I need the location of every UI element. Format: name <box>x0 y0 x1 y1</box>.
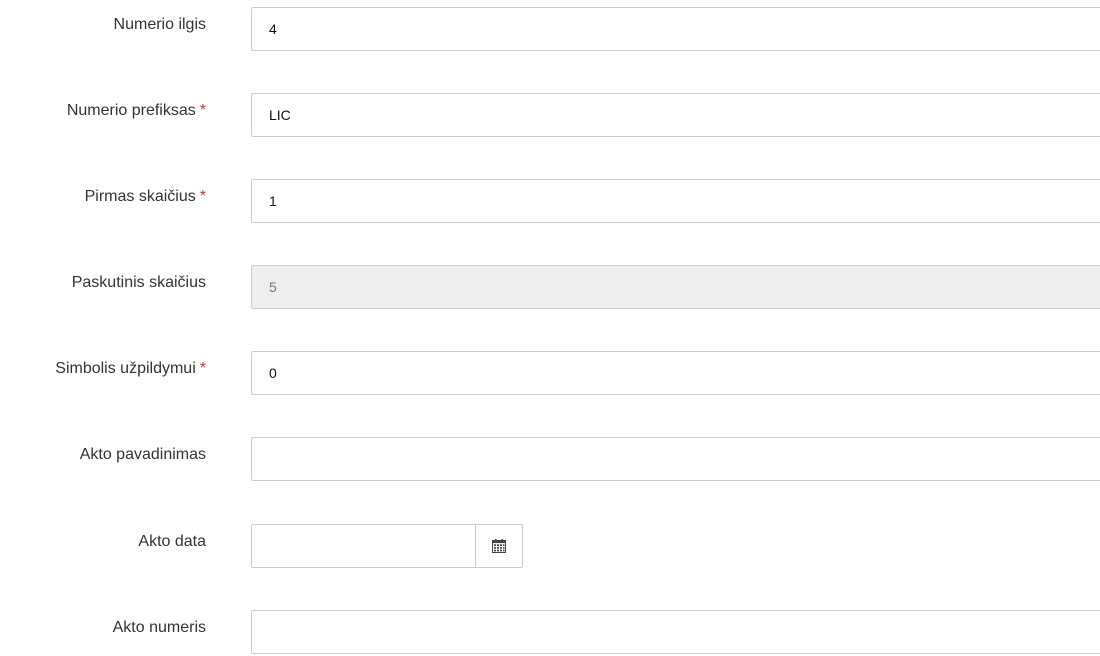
akto-data-input[interactable] <box>251 524 476 568</box>
field-row-numerio-prefiksas: Numerio prefiksas * <box>0 93 1100 139</box>
paskutinis-skaicius-input <box>251 265 1100 309</box>
akto-numeris-input[interactable] <box>251 610 1100 654</box>
field-label: Simbolis užpildymui * <box>55 359 206 379</box>
form: Numerio ilgis Numerio prefiksas* Pirmas … <box>0 0 1100 654</box>
numerio-prefiksas-input[interactable] <box>251 93 1100 137</box>
akto-pavadinimas-input[interactable] <box>251 437 1100 481</box>
calendar-icon <box>492 539 506 553</box>
field-label-text: Pirmas skaičius <box>84 188 196 205</box>
field-row-akto-numeris: Akto numeris <box>0 610 1100 656</box>
field-label: Numerio prefiksas * <box>67 101 206 121</box>
field-row-akto-pavadinimas: Akto pavadinimas <box>0 437 1100 483</box>
field-row-paskutinis-skaicius: Paskutinis skaičius <box>0 265 1100 311</box>
field-label: Numerio ilgis <box>114 15 206 35</box>
pirmas-skaicius-input[interactable] <box>251 179 1100 223</box>
field-label-text: Numerio ilgis <box>113 16 206 33</box>
date-picker-button[interactable] <box>475 524 523 568</box>
field-label-text: Akto numeris <box>112 619 206 636</box>
field-row-simbolis-uzpildymui: Simbolis užpildymui * <box>0 351 1100 397</box>
field-label-text: Akto data <box>138 533 206 550</box>
field-label: Akto data <box>138 532 206 552</box>
field-label: Paskutinis skaičius <box>72 273 206 293</box>
simbolis-uzpildymui-input[interactable] <box>251 351 1100 395</box>
field-label-text: Simbolis užpildymui <box>55 360 196 377</box>
field-label: Akto pavadinimas <box>80 445 206 465</box>
field-row-pirmas-skaicius: Pirmas skaičius * <box>0 179 1100 225</box>
required-marker: * <box>199 360 206 377</box>
field-label-text: Paskutinis skaičius <box>71 274 206 291</box>
numerio-ilgis-input[interactable] <box>251 7 1100 51</box>
field-row-numerio-ilgis: Numerio ilgis <box>0 7 1100 53</box>
field-label-text: Numerio prefiksas <box>66 102 196 119</box>
field-label-text: Akto pavadinimas <box>79 446 206 463</box>
field-label: Akto numeris <box>113 618 206 638</box>
field-row-akto-data: Akto data <box>0 524 1100 570</box>
required-marker: * <box>199 188 206 205</box>
field-label: Pirmas skaičius * <box>85 187 206 207</box>
required-marker: * <box>199 102 206 119</box>
